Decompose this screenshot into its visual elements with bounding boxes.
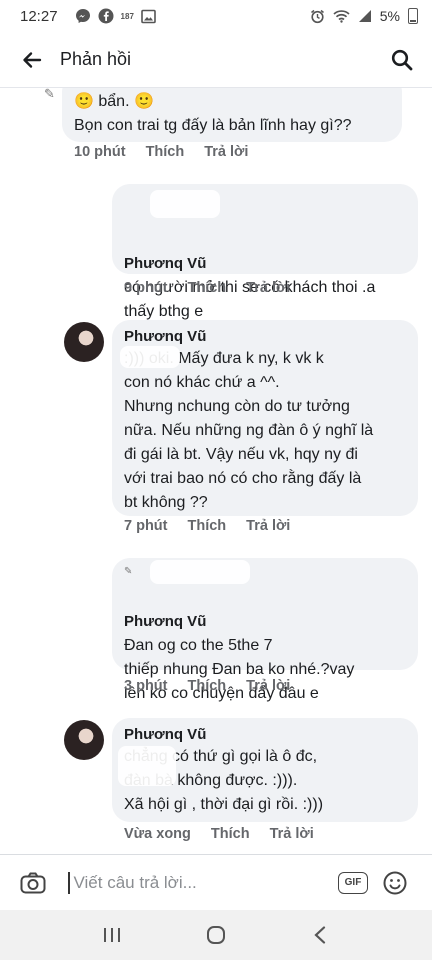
comment-item: Phươnq Vũ Đan og co the 5the 7 thiếp nhu… [0, 558, 432, 702]
redaction-mark [150, 190, 220, 218]
comment-meta: 9 phút Thích Trả lời [124, 280, 310, 296]
battery-icon [408, 8, 418, 24]
app-header: Phản hồi [0, 32, 432, 88]
like-button[interactable]: Thích [211, 826, 250, 842]
comment-item: Phươnq Vũ :))) oki. Mấy đưa k ny, k vk k… [0, 320, 432, 540]
status-time: 12:27 [20, 7, 58, 25]
redaction-mark [120, 346, 180, 368]
redaction-mark [118, 746, 176, 786]
comment-text: Phươnq Vũ có người mở thi se có khách th… [124, 228, 406, 324]
reply-button[interactable]: Trả lời [246, 518, 290, 534]
back-nav-button[interactable] [300, 915, 340, 955]
reply-button[interactable]: Trả lời [270, 826, 314, 842]
chevron-left-icon [314, 926, 326, 944]
battery-percent: 5% [379, 8, 400, 24]
reply-input-placeholder: Viết câu trả lời... [73, 872, 197, 892]
like-button[interactable]: Thích [188, 678, 227, 694]
image-icon [141, 9, 156, 24]
notification-icon: 187 [120, 11, 134, 21]
home-button[interactable] [196, 915, 236, 955]
camera-button[interactable] [16, 866, 50, 900]
reply-button[interactable]: Trả lời [246, 280, 290, 296]
alarm-icon [310, 9, 325, 24]
comment-author[interactable]: Phươnq Vũ [124, 726, 406, 743]
comment-item: ✎ 🙂 bẩn. 🙂 Bọn con trai tg đấy là bản lĩ… [0, 88, 432, 168]
comment-item: Phươnq Vũ có người mở thi se có khách th… [0, 184, 432, 320]
pen-icon: ✎ [124, 566, 133, 577]
avatar[interactable] [64, 720, 104, 760]
signal-icon [358, 9, 372, 23]
comment-time: Vừa xong [124, 826, 191, 842]
comment-bubble[interactable]: 🙂 bẩn. 🙂 Bọn con trai tg đấy là bản lĩnh… [62, 88, 402, 142]
recent-apps-button[interactable] [92, 915, 132, 955]
like-button[interactable]: Thích [188, 518, 227, 534]
arrow-left-icon [23, 51, 42, 68]
reply-input[interactable]: Viết câu trả lời... GIF [64, 863, 416, 903]
back-button[interactable] [16, 44, 48, 76]
like-button[interactable]: Thích [188, 280, 227, 296]
comment-meta: 10 phút Thích Trả lời [74, 144, 268, 160]
search-button[interactable] [386, 44, 418, 76]
redaction-mark [150, 560, 250, 584]
comment-time: 3 phút [124, 678, 168, 694]
page-title: Phản hồi [60, 49, 132, 69]
status-bar: 12:27 187 5% [0, 0, 432, 32]
status-left: 12:27 187 [20, 8, 156, 25]
screen: 12:27 187 5% Phản hồi ✎ 🙂 bẩn. 🙂 Bọn con… [0, 0, 432, 960]
comment-item: Phươnq Vũ chẳng có thứ gì gọi là ô đc, đ… [0, 718, 432, 854]
home-icon [207, 926, 225, 944]
avatar[interactable] [64, 322, 104, 362]
recent-apps-icon [104, 928, 120, 942]
messenger-icon [75, 8, 91, 24]
search-icon [391, 49, 413, 70]
like-button[interactable]: Thích [146, 144, 185, 160]
comment-thread[interactable]: ✎ 🙂 bẩn. 🙂 Bọn con trai tg đấy là bản lĩ… [0, 88, 432, 854]
comment-author[interactable]: Phươnq Vũ [124, 255, 206, 272]
comment-text: 🙂 bẩn. 🙂 Bọn con trai tg đấy là bản lĩnh… [74, 93, 352, 134]
camera-icon [20, 872, 46, 893]
smiley-icon [383, 871, 407, 894]
emoji-button[interactable] [382, 870, 408, 896]
reply-button[interactable]: Trả lời [204, 144, 248, 160]
status-right: 5% [310, 8, 418, 24]
system-nav-bar [0, 910, 432, 960]
reply-button[interactable]: Trả lời [246, 678, 290, 694]
comment-time: 9 phút [124, 280, 168, 296]
gif-button[interactable]: GIF [338, 871, 368, 894]
comment-text: :))) oki. Mấy đưa k ny, k vk k con nó kh… [124, 350, 374, 511]
reply-composer: Viết câu trả lời... GIF [0, 854, 432, 910]
comment-author[interactable]: Phươnq Vũ [124, 328, 406, 345]
comment-meta: 7 phút Thích Trả lời [124, 518, 310, 534]
facebook-icon [98, 8, 114, 24]
text-caret [68, 871, 70, 894]
comment-time: 10 phút [74, 144, 126, 160]
comment-meta: Vừa xong Thích Trả lời [124, 826, 334, 842]
comment-author[interactable]: Phươnq Vũ [124, 613, 206, 630]
comment-time: 7 phút [124, 518, 168, 534]
wifi-icon [333, 9, 350, 23]
comment-meta: 3 phút Thích Trả lời [124, 678, 310, 694]
pen-icon: ✎ [44, 88, 55, 101]
